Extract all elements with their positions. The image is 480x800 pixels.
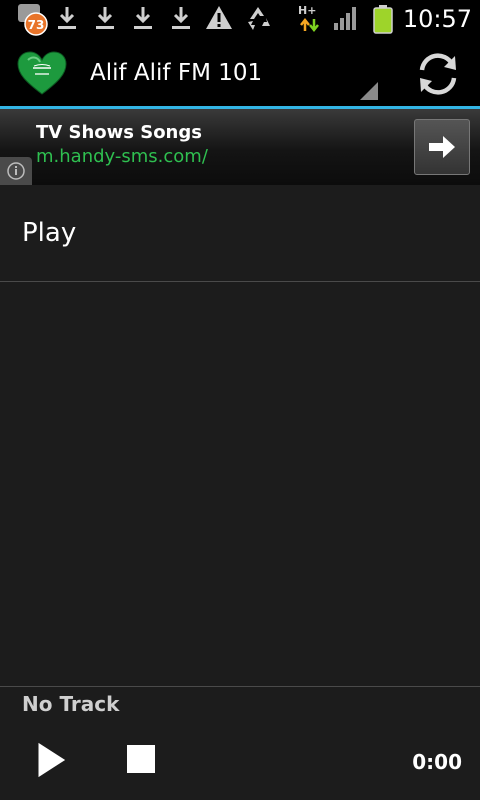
download-icon (172, 7, 190, 29)
ad-open-button[interactable] (414, 119, 470, 175)
status-time: 10:57 (402, 5, 472, 33)
info-icon (7, 162, 25, 180)
play-label: Play (22, 218, 77, 248)
station-title[interactable]: Alif Alif FM 101 (90, 58, 262, 88)
download-icon (134, 7, 152, 29)
track-label: No Track (22, 692, 120, 716)
stop-icon[interactable] (124, 742, 158, 776)
notification-badge-icon: 73 (18, 4, 48, 36)
saudi-heart-logo-icon[interactable] (16, 50, 68, 96)
recycle-icon (248, 7, 270, 30)
spinner-dropdown-icon[interactable] (360, 82, 378, 100)
network-activity-icon: H+ (298, 4, 322, 34)
arrow-right-icon (429, 136, 455, 158)
notification-count: 73 (28, 18, 45, 32)
screen: 73 H+ 10:57 Alif Alif FM 101 TV Shows So… (0, 0, 480, 800)
status-bar: 73 H+ 10:57 (0, 0, 480, 38)
network-type-label: H+ (298, 4, 317, 17)
play-icon[interactable] (30, 738, 72, 782)
play-list-item[interactable]: Play (0, 185, 480, 281)
ad-banner[interactable]: TV Shows Songs m.handy-sms.com/ (0, 109, 480, 185)
signal-icon (334, 7, 356, 30)
elapsed-time: 0:00 (412, 750, 462, 774)
download-icon (58, 7, 76, 29)
download-icon (96, 7, 114, 29)
ad-title[interactable]: TV Shows Songs (36, 121, 202, 145)
ad-info-button[interactable] (0, 157, 32, 185)
divider (0, 686, 480, 687)
action-bar: Alif Alif FM 101 (0, 38, 480, 109)
ad-url[interactable]: m.handy-sms.com/ (36, 145, 208, 169)
refresh-icon[interactable] (410, 48, 466, 100)
warning-icon (206, 6, 232, 29)
divider (0, 281, 480, 282)
battery-icon (373, 5, 393, 34)
